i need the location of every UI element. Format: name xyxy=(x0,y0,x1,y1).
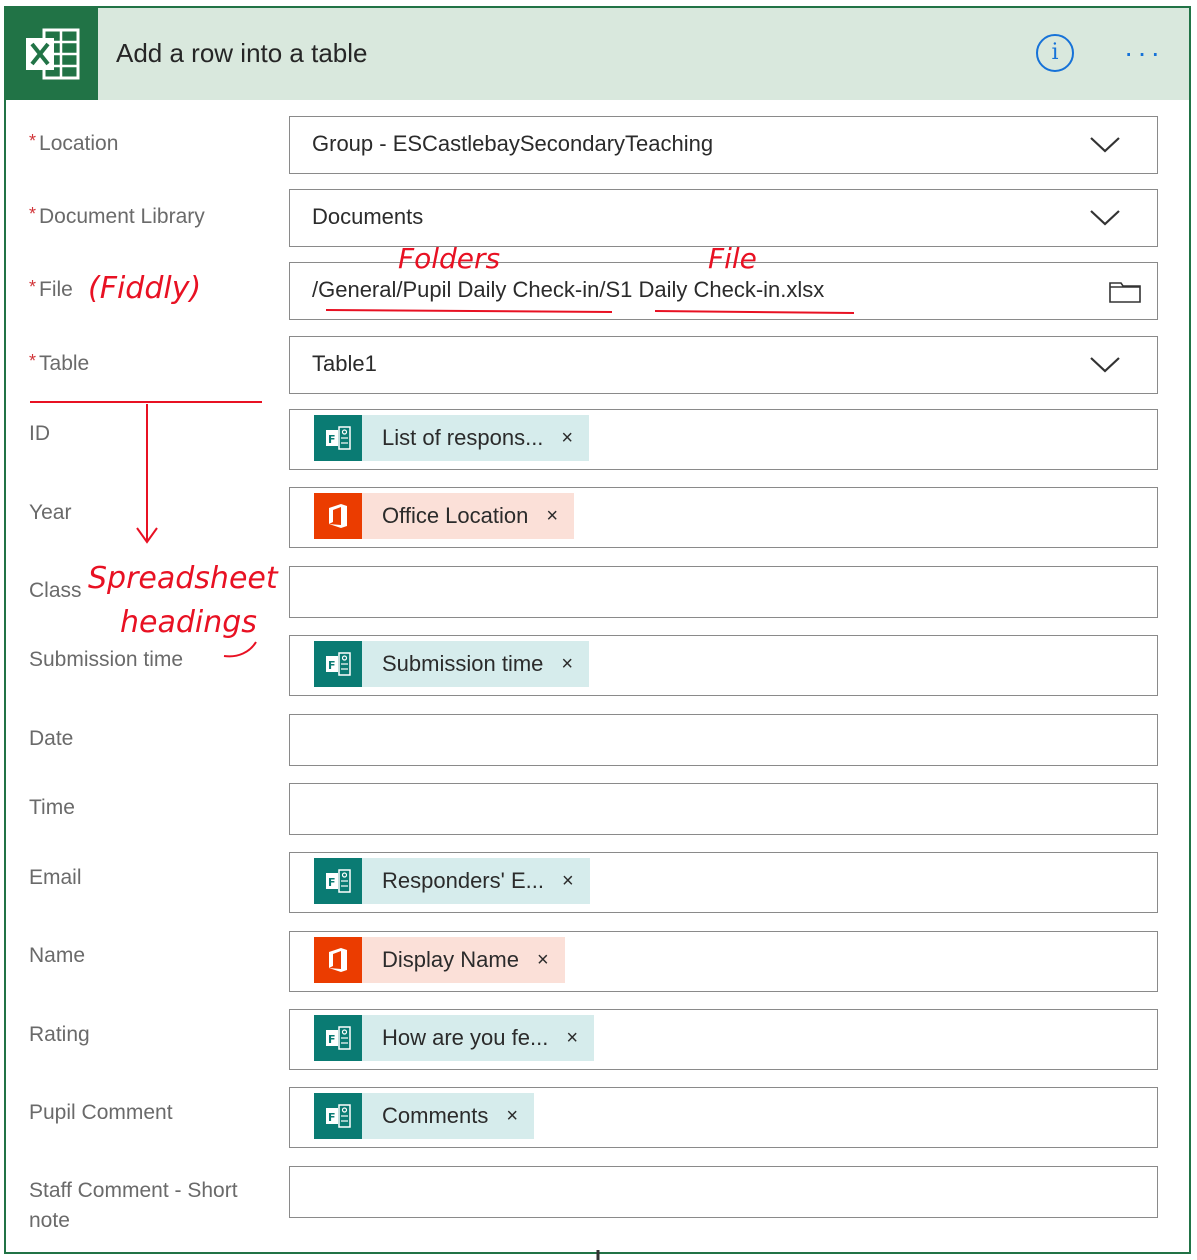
token-label: Responders' E... xyxy=(382,868,544,893)
label-year: Year xyxy=(29,501,72,524)
token-label: List of respons... xyxy=(382,425,544,450)
location-dropdown[interactable]: Group - ESCastlebaySecondaryTeaching xyxy=(289,116,1158,174)
table-dropdown[interactable]: Table1 xyxy=(289,336,1158,394)
token-label: Display Name xyxy=(382,947,519,972)
rating-field[interactable]: F How are you fe... × xyxy=(289,1009,1158,1070)
label-time: Time xyxy=(29,796,75,819)
chevron-down-icon[interactable] xyxy=(1089,135,1121,155)
action-header[interactable]: Add a row into a table i ··· xyxy=(6,8,1189,100)
submission-time-field[interactable]: F Submission time × xyxy=(289,635,1158,696)
staff-comment-field[interactable] xyxy=(289,1166,1158,1218)
pupil-comment-field[interactable]: F Comments × xyxy=(289,1087,1158,1148)
token-label: Comments xyxy=(382,1103,489,1128)
dynamic-content-token[interactable]: Display Name × xyxy=(314,937,565,983)
name-field[interactable]: Display Name × xyxy=(289,931,1158,992)
dynamic-content-token[interactable]: Office Location × xyxy=(314,493,575,539)
label-file: * File xyxy=(29,277,73,301)
forms-icon: F xyxy=(314,1015,362,1061)
remove-token-button[interactable]: × xyxy=(543,653,589,676)
document-library-value: Documents xyxy=(312,204,424,229)
location-value: Group - ESCastlebaySecondaryTeaching xyxy=(312,131,714,156)
chevron-down-icon[interactable] xyxy=(1089,208,1121,228)
dynamic-content-token[interactable]: F How are you fe... × xyxy=(314,1015,594,1061)
id-field[interactable]: F List of respons... × xyxy=(289,409,1158,470)
label-date: Date xyxy=(29,727,74,750)
excel-icon xyxy=(26,28,80,80)
action-title: Add a row into a table xyxy=(116,38,368,68)
label-class: Class xyxy=(29,579,82,602)
svg-text:F: F xyxy=(328,659,336,672)
office-icon xyxy=(314,937,362,983)
svg-text:F: F xyxy=(328,1111,336,1124)
dynamic-content-token[interactable]: F Comments × xyxy=(314,1093,535,1139)
label-pupil-comment: Pupil Comment xyxy=(29,1101,173,1124)
class-field[interactable] xyxy=(289,566,1158,618)
dynamic-content-token[interactable]: F Responders' E... × xyxy=(314,858,590,904)
label-document-library: * Document Library xyxy=(29,204,205,228)
year-field[interactable]: Office Location × xyxy=(289,487,1158,548)
document-library-dropdown[interactable]: Documents xyxy=(289,189,1158,247)
forms-icon: F xyxy=(314,1093,362,1139)
remove-token-button[interactable]: × xyxy=(548,1027,594,1050)
label-table: * Table xyxy=(29,351,90,375)
svg-text:F: F xyxy=(328,876,336,889)
file-path-value: /General/Pupil Daily Check-in/S1 Daily C… xyxy=(312,277,825,302)
office-icon xyxy=(314,493,362,539)
remove-token-button[interactable]: × xyxy=(543,427,589,450)
label-staff-comment: Staff Comment - Short note xyxy=(29,1179,238,1232)
info-button[interactable]: i xyxy=(1036,34,1074,72)
date-field[interactable] xyxy=(289,714,1158,766)
label-rating: Rating xyxy=(29,1023,90,1046)
table-value: Table1 xyxy=(312,351,377,376)
remove-token-button[interactable]: × xyxy=(544,870,590,893)
label-email: Email xyxy=(29,866,82,889)
remove-token-button[interactable]: × xyxy=(488,1105,534,1128)
svg-text:F: F xyxy=(328,433,336,446)
more-options-button[interactable]: ··· xyxy=(1124,38,1164,68)
label-location: * Location xyxy=(29,131,119,155)
dynamic-content-token[interactable]: F List of respons... × xyxy=(314,415,590,461)
forms-icon: F xyxy=(314,415,362,461)
remove-token-button[interactable]: × xyxy=(528,505,574,528)
token-label: Submission time xyxy=(382,651,544,676)
file-path-input[interactable]: /General/Pupil Daily Check-in/S1 Daily C… xyxy=(289,262,1158,320)
email-field[interactable]: F Responders' E... × xyxy=(289,852,1158,913)
label-name: Name xyxy=(29,944,86,967)
remove-token-button[interactable]: × xyxy=(519,949,565,972)
label-submission-time: Submission time xyxy=(29,648,184,671)
dynamic-content-token[interactable]: F Submission time × xyxy=(314,641,590,687)
token-label: Office Location xyxy=(382,503,529,528)
time-field[interactable] xyxy=(289,783,1158,835)
token-label: How are you fe... xyxy=(382,1025,549,1050)
excel-logo xyxy=(6,8,98,100)
label-id: ID xyxy=(29,422,50,445)
folder-icon[interactable] xyxy=(1109,279,1141,303)
forms-icon: F xyxy=(314,858,362,904)
svg-text:F: F xyxy=(328,1033,336,1046)
forms-icon: F xyxy=(314,641,362,687)
chevron-down-icon[interactable] xyxy=(1089,355,1121,375)
